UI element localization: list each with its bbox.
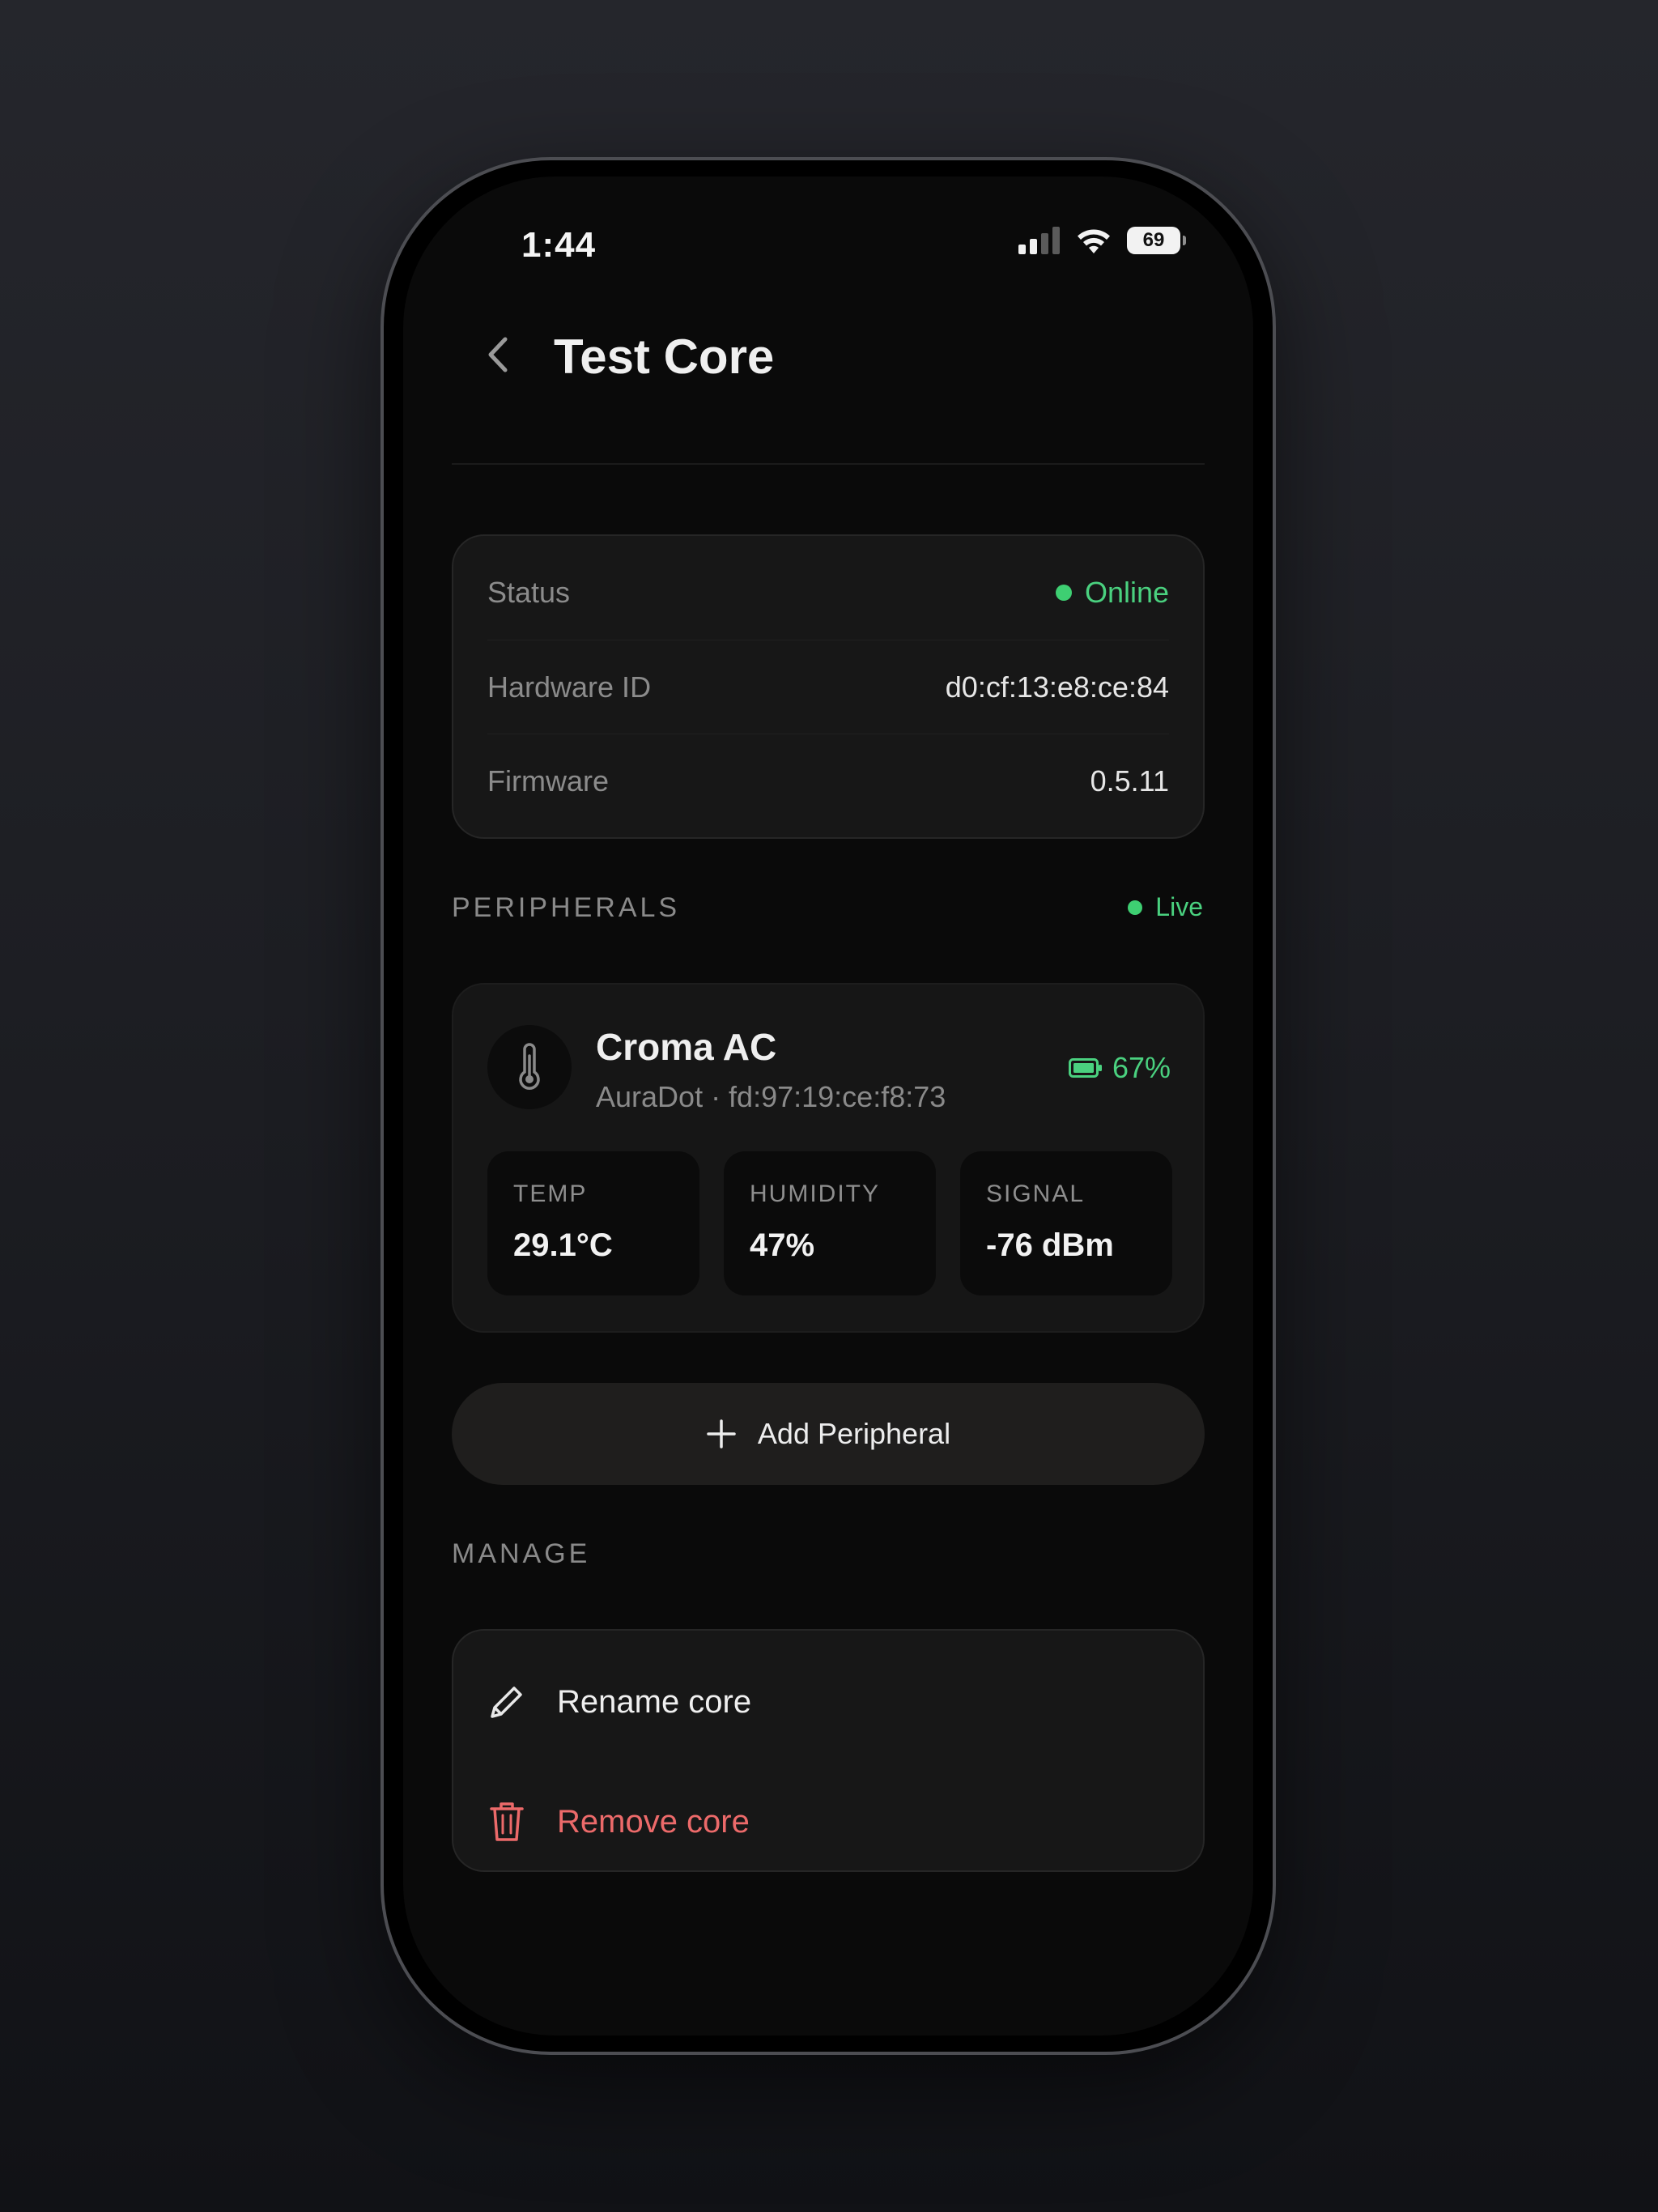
back-button[interactable] — [474, 330, 523, 379]
status-row: Status Online — [487, 546, 1169, 640]
page-header: Test Core — [403, 306, 1253, 403]
rename-core-label: Rename core — [557, 1683, 752, 1720]
phone-frame: 1:44 69 Test Core Status Online Hardware… — [380, 157, 1276, 2055]
rename-core-button[interactable]: Rename core — [487, 1653, 1169, 1750]
status-time: 1:44 — [521, 225, 597, 265]
metric-label: TEMP — [513, 1180, 588, 1207]
hardware-id-row: Hardware ID d0:cf:13:e8:ce:84 — [487, 640, 1169, 734]
metric-temp: TEMP 29.1°C — [487, 1151, 699, 1295]
status-icons: 69 — [1018, 227, 1186, 254]
core-info-card: Status Online Hardware ID d0:cf:13:e8:ce… — [452, 534, 1205, 839]
peripheral-subtitle: AuraDot · fd:97:19:ce:f8:73 — [596, 1080, 946, 1113]
live-indicator: Live — [1128, 892, 1203, 922]
add-peripheral-button[interactable]: Add Peripheral — [452, 1383, 1205, 1485]
peripheral-battery: 67% — [1068, 1051, 1171, 1085]
status-value: Online — [1084, 576, 1169, 609]
thermometer-icon — [519, 1043, 540, 1090]
metric-label: HUMIDITY — [750, 1180, 880, 1207]
plus-icon — [707, 1419, 736, 1448]
status-badge: Online — [1055, 576, 1169, 610]
peripheral-card[interactable]: Croma AC AuraDot · fd:97:19:ce:f8:73 67%… — [452, 983, 1205, 1333]
metric-value: 47% — [750, 1227, 815, 1263]
firmware-value: 0.5.11 — [1090, 764, 1169, 798]
manage-card: Rename core Remove core — [452, 1629, 1205, 1872]
peripheral-name: Croma AC — [596, 1026, 777, 1068]
online-dot-icon — [1055, 585, 1072, 601]
battery-full-icon — [1068, 1058, 1102, 1078]
peripheral-battery-value: 67% — [1112, 1051, 1171, 1084]
metric-humidity: HUMIDITY 47% — [724, 1151, 936, 1295]
add-peripheral-label: Add Peripheral — [757, 1417, 951, 1450]
remove-core-label: Remove core — [557, 1803, 750, 1840]
metric-value: -76 dBm — [986, 1227, 1114, 1263]
header-divider — [452, 463, 1205, 465]
peripheral-icon-badge — [487, 1025, 572, 1109]
firmware-label: Firmware — [487, 764, 609, 798]
status-bar: 1:44 69 — [403, 177, 1253, 298]
hardware-id-label: Hardware ID — [487, 670, 652, 704]
battery-icon: 69 — [1127, 227, 1186, 254]
wifi-icon — [1078, 229, 1110, 253]
manage-section-label: MANAGE — [452, 1538, 591, 1569]
page-title: Test Core — [554, 330, 775, 384]
metric-label: SIGNAL — [986, 1180, 1086, 1207]
app-screen: 1:44 69 Test Core Status Online Hardware… — [403, 177, 1253, 2035]
trash-icon — [490, 1802, 524, 1841]
metric-signal: SIGNAL -76 dBm — [960, 1151, 1172, 1295]
live-label: Live — [1155, 892, 1203, 921]
pencil-icon — [491, 1687, 522, 1718]
hardware-id-value: d0:cf:13:e8:ce:84 — [945, 670, 1169, 704]
peripherals-section-label: PERIPHERALS — [452, 892, 681, 923]
status-label: Status — [487, 576, 571, 609]
metric-value: 29.1°C — [513, 1227, 613, 1263]
battery-level: 69 — [1142, 229, 1165, 251]
chevron-left-icon — [488, 337, 508, 372]
cellular-signal-icon — [1018, 227, 1060, 254]
remove-core-button[interactable]: Remove core — [487, 1773, 1169, 1870]
live-dot-icon — [1128, 900, 1143, 915]
firmware-row: Firmware 0.5.11 — [487, 734, 1169, 827]
